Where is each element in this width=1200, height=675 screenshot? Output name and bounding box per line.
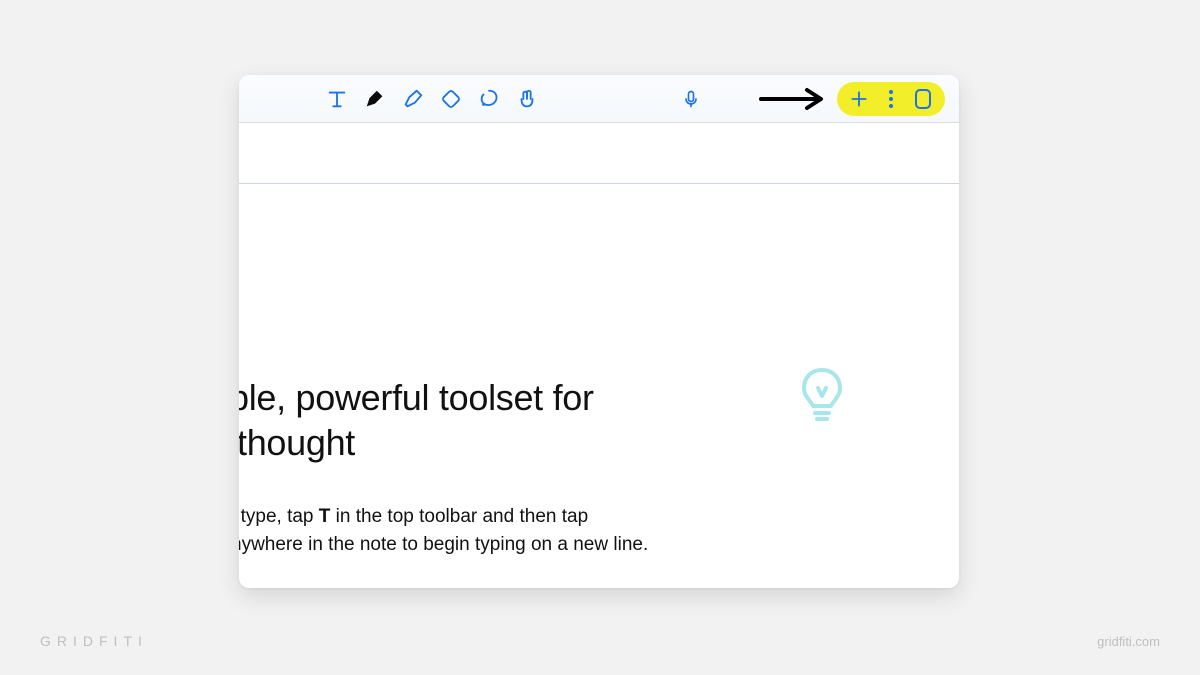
pen-tool-icon[interactable] — [363, 87, 387, 111]
top-toolbar — [239, 75, 959, 123]
text-tool-icon[interactable] — [325, 87, 349, 111]
page-options-icon[interactable] — [913, 88, 933, 110]
tool-group-right-highlighted — [837, 82, 945, 116]
microphone-icon[interactable] — [679, 87, 703, 111]
brand-url-text: gridfiti.com — [1097, 634, 1160, 649]
body-line-2: nywhere in the note to begin typing on a… — [239, 531, 959, 559]
horizontal-rule — [239, 183, 959, 184]
tool-group-left — [325, 75, 539, 122]
more-options-icon[interactable] — [883, 89, 899, 109]
eraser-tool-icon[interactable] — [439, 87, 463, 111]
brand-logo-text: GRIDFITI — [40, 633, 148, 649]
document-content[interactable]: ple, powerful toolset for thought ) type… — [239, 375, 959, 558]
add-icon[interactable] — [849, 89, 869, 109]
two-finger-scroll-icon[interactable] — [515, 87, 539, 111]
body-line-1: ) type, tap T in the top toolbar and the… — [239, 503, 959, 531]
tool-group-mic — [679, 75, 703, 122]
body-line-1-prefix: ) type, tap — [239, 506, 319, 527]
headline-line-2: thought — [239, 420, 959, 465]
lasso-tool-icon[interactable] — [477, 87, 501, 111]
body-line-1-bold: T — [319, 506, 331, 527]
headline-line-1: ple, powerful toolset for — [239, 375, 959, 420]
document-body: ) type, tap T in the top toolbar and the… — [239, 503, 959, 558]
app-window: ple, powerful toolset for thought ) type… — [239, 75, 959, 588]
document-headline: ple, powerful toolset for thought — [239, 375, 959, 465]
body-line-1-suffix: in the top toolbar and then tap — [330, 506, 588, 527]
annotation-arrow-icon — [757, 85, 829, 113]
highlighter-tool-icon[interactable] — [401, 87, 425, 111]
